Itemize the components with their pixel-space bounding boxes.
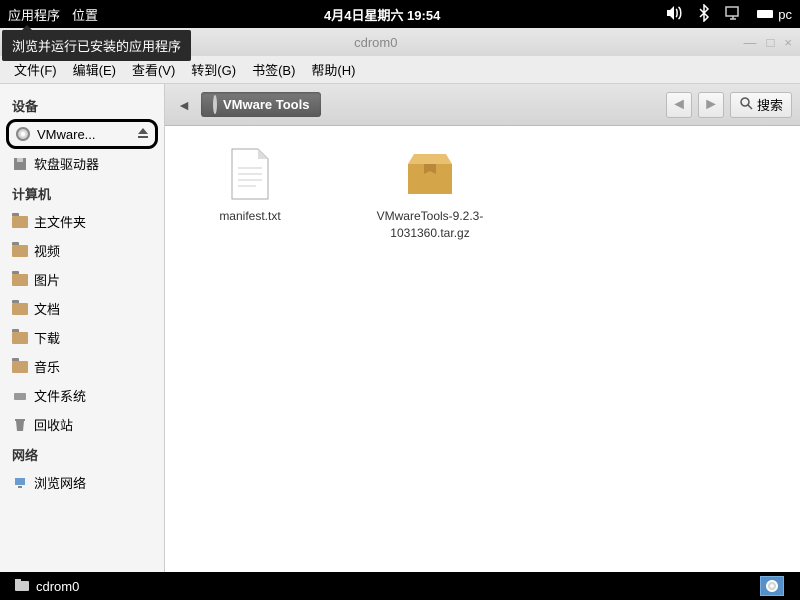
sidebar-item-pictures[interactable]: 图片 [0, 265, 164, 294]
folder-icon [12, 272, 28, 288]
sidebar-item-label: VMware... [37, 127, 96, 142]
sidebar-item-label: 音乐 [34, 357, 60, 376]
sidebar-header-computer: 计算机 [0, 178, 164, 207]
sidebar-item-label: 文档 [34, 299, 60, 318]
file-item-vmwaretools[interactable]: VMwareTools-9.2.3-1031360.tar.gz [365, 146, 495, 242]
menu-help[interactable]: 帮助(H) [303, 56, 363, 83]
disc-icon [213, 97, 217, 112]
menu-go[interactable]: 转到(G) [183, 56, 244, 83]
maximize-button[interactable]: □ [767, 35, 775, 50]
breadcrumb[interactable]: VMware Tools [201, 92, 321, 117]
sidebar-item-filesystem[interactable]: 文件系统 [0, 381, 164, 410]
sidebar-header-devices: 设备 [0, 90, 164, 119]
menu-bookmarks[interactable]: 书签(B) [244, 56, 303, 83]
sidebar-item-label: 软盘驱动器 [34, 154, 99, 173]
folder-icon [12, 243, 28, 259]
breadcrumb-label: VMware Tools [223, 97, 309, 112]
sidebar-item-trash[interactable]: 回收站 [0, 410, 164, 439]
sidebar-item-label: 主文件夹 [34, 212, 86, 231]
sidebar-item-videos[interactable]: 视频 [0, 236, 164, 265]
taskbar-item-label: cdrom0 [36, 579, 79, 594]
sidebar-item-browse-network[interactable]: 浏览网络 [0, 468, 164, 497]
files-area[interactable]: manifest.txt VMwareTools-9.2.3-1031360.t… [165, 126, 800, 572]
file-manager-window: cdrom0 — □ × 文件(F) 编辑(E) 查看(V) 转到(G) 书签(… [0, 28, 800, 572]
sidebar-item-floppy[interactable]: 软盘驱动器 [0, 149, 164, 178]
close-button[interactable]: × [784, 35, 792, 50]
folder-icon [12, 301, 28, 317]
sidebar-item-label: 图片 [34, 270, 60, 289]
home-icon [12, 214, 28, 230]
path-back-icon[interactable]: ◄ [173, 91, 195, 119]
archive-file-icon [402, 146, 458, 202]
floppy-icon [12, 156, 28, 172]
sidebar-item-label: 下载 [34, 328, 60, 347]
tray-disc-icon[interactable] [760, 576, 784, 596]
apps-menu[interactable]: 应用程序 [8, 5, 60, 24]
volume-icon[interactable] [666, 5, 684, 24]
disc-icon [15, 126, 31, 142]
sidebar: 设备 VMware... 软盘驱动器 计算机 主文件夹 [0, 84, 165, 572]
file-label: manifest.txt [219, 208, 280, 225]
sidebar-item-label: 浏览网络 [34, 473, 86, 492]
user-menu[interactable]: pc [756, 7, 792, 22]
folder-icon [12, 330, 28, 346]
clock[interactable]: 4月4日星期六 19:54 [98, 5, 666, 24]
toolbar: ◄ VMware Tools ◄ ► 搜索 [165, 84, 800, 126]
nav-back-button[interactable]: ◄ [666, 92, 692, 118]
text-file-icon [222, 146, 278, 202]
main-area: ◄ VMware Tools ◄ ► 搜索 [165, 84, 800, 572]
sidebar-item-documents[interactable]: 文档 [0, 294, 164, 323]
minimize-button[interactable]: — [744, 35, 757, 50]
sidebar-item-home[interactable]: 主文件夹 [0, 207, 164, 236]
network-icon [12, 475, 28, 491]
top-panel: 应用程序 位置 4月4日星期六 19:54 pc [0, 0, 800, 28]
folder-icon [14, 578, 30, 595]
sidebar-item-label: 文件系统 [34, 386, 86, 405]
sidebar-item-music[interactable]: 音乐 [0, 352, 164, 381]
taskbar-item-cdrom[interactable]: cdrom0 [6, 576, 87, 597]
network-icon[interactable] [724, 5, 742, 24]
eject-icon[interactable] [137, 127, 149, 142]
folder-icon [12, 359, 28, 375]
trash-icon [12, 417, 28, 433]
drive-icon [12, 388, 28, 404]
tooltip: 浏览并运行已安装的应用程序 [2, 30, 191, 61]
search-label: 搜索 [757, 95, 783, 114]
sidebar-item-label: 视频 [34, 241, 60, 260]
file-label: VMwareTools-9.2.3-1031360.tar.gz [365, 208, 495, 242]
file-item-manifest[interactable]: manifest.txt [185, 146, 315, 225]
sidebar-item-label: 回收站 [34, 415, 73, 434]
places-menu[interactable]: 位置 [72, 5, 98, 24]
sidebar-item-vmware[interactable]: VMware... [6, 119, 158, 149]
sidebar-item-downloads[interactable]: 下载 [0, 323, 164, 352]
search-button[interactable]: 搜索 [730, 92, 792, 118]
bottom-panel: cdrom0 [0, 572, 800, 600]
bluetooth-icon[interactable] [698, 4, 710, 25]
sidebar-header-network: 网络 [0, 439, 164, 468]
user-label: pc [778, 7, 792, 22]
nav-forward-button[interactable]: ► [698, 92, 724, 118]
search-icon [739, 96, 753, 113]
